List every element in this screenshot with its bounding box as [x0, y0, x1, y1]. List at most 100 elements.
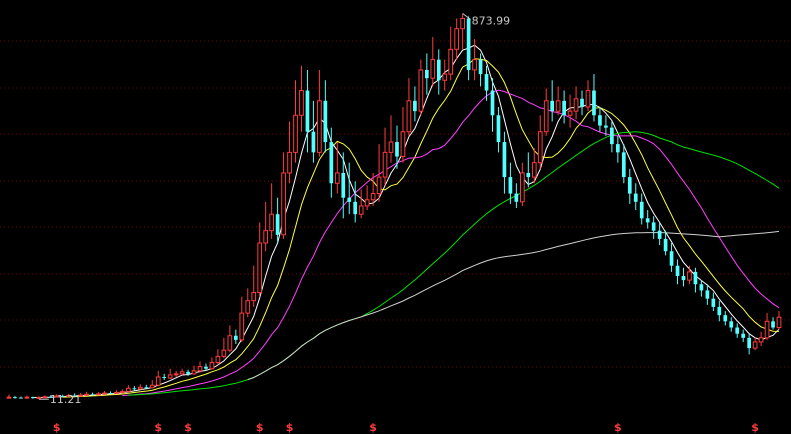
candle-body: [735, 327, 740, 334]
candle-body: [550, 100, 555, 112]
candle-55: [334, 142, 340, 194]
dollar-marker-4: $: [286, 421, 294, 434]
candle-body: [6, 396, 12, 399]
candle-body: [717, 306, 722, 316]
candle-37: [227, 325, 233, 353]
ma-line-120: [247, 230, 780, 381]
candle-body: [137, 386, 143, 390]
candle-114: [687, 265, 692, 285]
candle-97: [585, 80, 591, 112]
candle-body: [519, 172, 525, 203]
candle-113: [681, 267, 686, 287]
candle-body: [19, 397, 23, 399]
candle-body: [126, 387, 131, 392]
candle-body: [573, 98, 579, 112]
candle-112: [675, 259, 680, 285]
candle-body: [400, 131, 406, 157]
candle-body: [341, 172, 346, 198]
candle-71: [430, 36, 436, 87]
candle-123: [741, 329, 746, 342]
candle-body: [604, 125, 608, 128]
candle-16: [102, 390, 107, 395]
candle-66: [400, 107, 406, 163]
candle-body: [186, 371, 190, 374]
candle-body: [179, 371, 185, 375]
candle-48: [293, 80, 298, 163]
candle-body: [305, 90, 310, 132]
candle-body: [329, 142, 334, 184]
candle-body: [257, 242, 263, 293]
candle-body: [149, 384, 155, 389]
candle-body: [120, 390, 125, 393]
candle-body: [413, 100, 417, 112]
candle-6: [42, 395, 48, 399]
candle-98: [592, 74, 596, 122]
candle-body: [221, 349, 227, 357]
candle-85: [514, 183, 519, 208]
candle-body: [353, 201, 358, 215]
candle-body: [508, 177, 513, 194]
candle-92: [555, 86, 561, 116]
candle-17: [108, 391, 113, 395]
candle-32: [197, 361, 203, 373]
candle-57: [347, 162, 352, 215]
candle-121: [729, 317, 734, 332]
candle-111: [669, 243, 674, 272]
candle-3: [24, 395, 30, 399]
candle-body: [585, 90, 591, 108]
candle-60: [364, 185, 370, 211]
candle-94: [567, 94, 573, 128]
candle-body: [478, 59, 483, 75]
candle-body: [209, 362, 215, 370]
candle-body: [657, 230, 662, 239]
candle-body: [687, 271, 692, 281]
candle-53: [323, 80, 328, 153]
candle-body: [598, 115, 602, 126]
candle-0: [6, 394, 12, 399]
candle-body: [555, 100, 561, 112]
candle-body: [293, 114, 298, 153]
candle-body: [364, 199, 370, 207]
candle-35: [215, 349, 221, 365]
candle-body: [251, 291, 257, 302]
candle-body: [531, 162, 537, 178]
candle-77: [466, 16, 471, 81]
candle-103: [621, 144, 626, 184]
candle-body: [323, 100, 328, 143]
candle-body: [376, 176, 382, 195]
candle-19: [120, 389, 125, 394]
candle-41: [251, 265, 257, 307]
candle-102: [615, 135, 620, 163]
candle-46: [281, 152, 286, 239]
candle-body: [108, 393, 113, 395]
candle-body: [13, 397, 17, 399]
dollar-marker-5: $: [369, 421, 377, 434]
candle-120: [723, 311, 728, 326]
ma-line-20: [122, 89, 780, 396]
candlestick-chart: 873.99 11.21 $$$$$$$$$: [0, 13, 791, 434]
candle-body: [460, 17, 465, 30]
candle-25: [155, 370, 161, 387]
candle-79: [478, 53, 483, 87]
candle-body: [36, 396, 42, 399]
dollar-marker-7: $: [751, 421, 759, 434]
candle-body: [90, 394, 95, 396]
candle-58: [353, 181, 358, 223]
dollar-marker-2: $: [184, 421, 192, 434]
candle-body: [752, 341, 758, 349]
candle-118: [711, 292, 716, 312]
candle-29: [179, 368, 185, 376]
candle-body: [114, 391, 119, 394]
candle-body: [144, 387, 149, 389]
candle-47: [287, 121, 292, 184]
candle-body: [543, 100, 549, 133]
candle-117: [705, 284, 710, 305]
candle-68: [413, 86, 417, 122]
candle-22: [137, 384, 143, 390]
candle-91: [550, 80, 555, 122]
candle-36: [221, 337, 227, 359]
candle-body: [699, 284, 704, 291]
candle-body: [639, 201, 644, 219]
candle-2: [19, 396, 23, 399]
candle-body: [448, 48, 454, 75]
